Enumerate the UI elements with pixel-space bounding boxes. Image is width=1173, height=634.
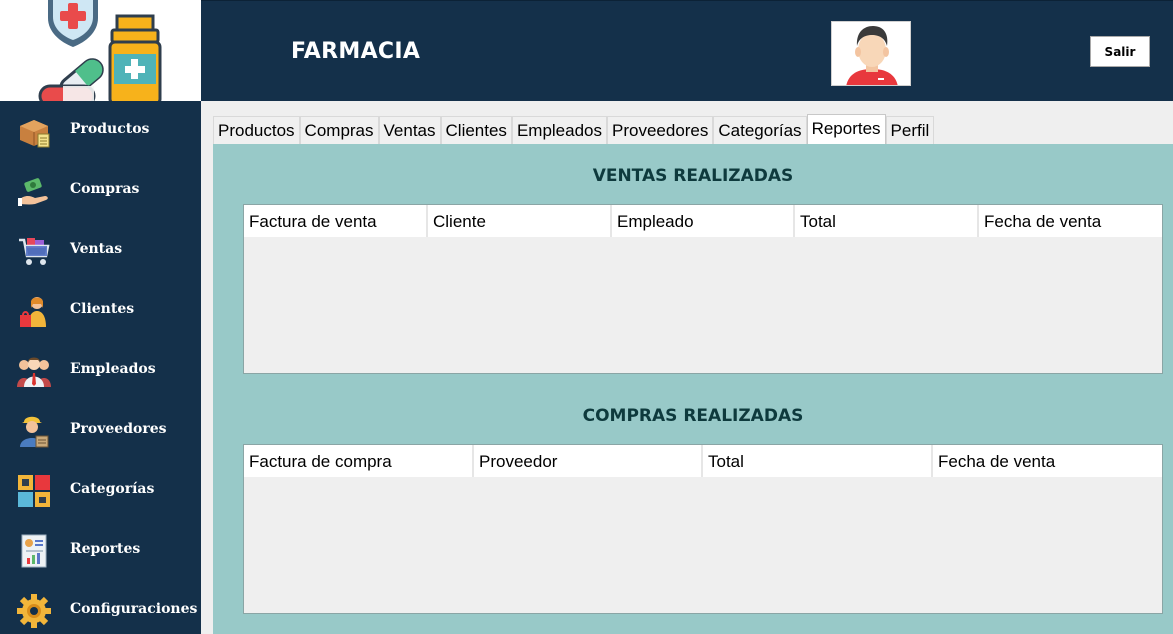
column-header[interactable]: Factura de venta [244, 205, 428, 237]
pharmacy-logo-icon [38, 0, 162, 101]
sidebar-item-ventas[interactable]: Ventas [0, 221, 201, 279]
sidebar-item-label: Productos [70, 121, 150, 137]
tab-ventas[interactable]: Ventas [378, 116, 441, 144]
column-header[interactable]: Empleado [612, 205, 795, 237]
app-header: FARMACIA Salir [201, 0, 1173, 101]
sidebar-item-proveedores[interactable]: Proveedores [0, 401, 201, 459]
main-content: Productos Compras Ventas Clientes Emplea… [201, 101, 1173, 634]
sidebar-item-reportes[interactable]: Reportes [0, 521, 201, 579]
purchases-table[interactable]: Factura de compra Proveedor Total Fecha … [243, 444, 1163, 614]
column-header[interactable]: Total [795, 205, 979, 237]
user-avatar-icon [846, 26, 898, 85]
column-header[interactable]: Fecha de venta [979, 205, 1162, 237]
sidebar-item-label: Empleados [70, 361, 156, 377]
tab-empleados[interactable]: Empleados [511, 116, 607, 144]
sidebar-item-empleados[interactable]: Empleados [0, 341, 201, 399]
tab-clientes[interactable]: Clientes [440, 116, 512, 144]
column-header[interactable]: Proveedor [474, 445, 703, 477]
tab-proveedores[interactable]: Proveedores [607, 116, 714, 144]
boxes-icon [20, 120, 50, 148]
money-hand-icon [18, 178, 48, 206]
app-title: FARMACIA [291, 39, 421, 64]
sidebar-item-label: Ventas [70, 241, 123, 257]
shopping-cart-icon [19, 238, 50, 265]
avatar [831, 21, 911, 86]
tab-compras[interactable]: Compras [299, 116, 379, 144]
sales-table[interactable]: Factura de venta Cliente Empleado Total … [243, 204, 1163, 374]
sidebar-item-label: Compras [70, 181, 140, 197]
tab-perfil[interactable]: Perfil [885, 116, 935, 144]
sidebar-item-label: Categorías [70, 481, 155, 497]
sidebar-item-categorias[interactable]: Categorías [0, 461, 201, 519]
sales-section-title: VENTAS REALIZADAS [592, 166, 794, 186]
pharmacy-logo [0, 0, 201, 101]
categories-grid-icon [18, 475, 50, 507]
purchases-table-header: Factura de compra Proveedor Total Fecha … [244, 445, 1162, 477]
sidebar-item-configuraciones[interactable]: Configuraciones [0, 581, 201, 634]
employees-icon [17, 357, 51, 387]
gear-icon [17, 594, 51, 628]
sidebar-item-label: Proveedores [70, 421, 167, 437]
sidebar-item-label: Configuraciones [70, 601, 198, 617]
column-header[interactable]: Factura de compra [244, 445, 474, 477]
purchases-section-title: COMPRAS REALIZADAS [582, 406, 804, 426]
exit-button[interactable]: Salir [1090, 36, 1150, 67]
column-header[interactable]: Total [703, 445, 933, 477]
sales-table-header: Factura de venta Cliente Empleado Total … [244, 205, 1162, 237]
sidebar-item-label: Reportes [70, 541, 141, 557]
report-document-icon [21, 534, 47, 568]
column-header[interactable]: Fecha de venta [933, 445, 1162, 477]
supplier-worker-icon [20, 416, 49, 448]
tab-categorias[interactable]: Categorías [713, 116, 807, 144]
sidebar-item-compras[interactable]: Compras [0, 161, 201, 219]
tab-productos[interactable]: Productos [213, 116, 300, 144]
customer-bags-icon [20, 297, 46, 327]
tab-bar: Productos Compras Ventas Clientes Emplea… [213, 114, 935, 144]
sidebar-item-label: Clientes [70, 301, 135, 317]
reports-panel: VENTAS REALIZADAS Factura de venta Clien… [213, 144, 1173, 634]
sidebar: Productos Compras Ventas Clientes Emplea… [0, 101, 201, 634]
column-header[interactable]: Cliente [428, 205, 612, 237]
tab-reportes[interactable]: Reportes [806, 114, 886, 144]
sidebar-item-clientes[interactable]: Clientes [0, 281, 201, 339]
sidebar-item-productos[interactable]: Productos [0, 101, 201, 159]
